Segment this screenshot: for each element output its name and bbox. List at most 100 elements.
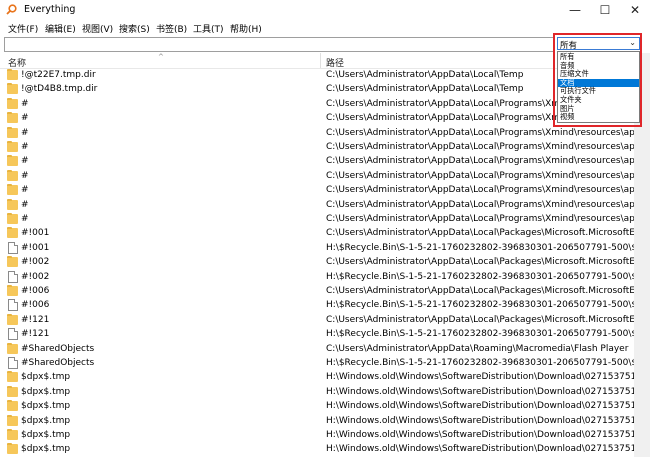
row-path: H:\$Recycle.Bin\S-1-5-21-1760232802-3968… bbox=[326, 300, 634, 311]
folder-icon bbox=[7, 184, 18, 196]
table-row[interactable]: $dpx$.tmp H:\Windows.old\Windows\Software… bbox=[0, 428, 634, 442]
row-name: #!006 bbox=[21, 300, 50, 311]
table-row[interactable]: # C:\Users\Administrator\AppData\Local\Pr… bbox=[0, 154, 634, 168]
folder-icon bbox=[7, 371, 18, 383]
row-name: $dpx$.tmp bbox=[21, 386, 71, 397]
table-row[interactable]: !@t22E7.tmp.dir C:\Users\Administrator\Ap… bbox=[0, 68, 634, 82]
table-row[interactable]: # C:\Users\Administrator\AppData\Local\Pr… bbox=[0, 169, 634, 183]
table-row[interactable]: # C:\Users\Administrator\AppData\Local\Pr… bbox=[0, 212, 634, 226]
table-row[interactable]: #!001 H:\$Recycle.Bin\S-1-5-21-1760232802… bbox=[0, 241, 634, 255]
table-row[interactable]: #!002 C:\Users\Administrator\AppData\Loca… bbox=[0, 255, 634, 269]
minimize-button[interactable]: — bbox=[560, 0, 590, 20]
table-row[interactable]: #!006 H:\$Recycle.Bin\S-1-5-21-1760232802… bbox=[0, 298, 634, 312]
row-path: H:\Windows.old\Windows\SoftwareDistribut… bbox=[326, 386, 634, 397]
row-path: H:\$Recycle.Bin\S-1-5-21-1760232802-3968… bbox=[326, 329, 634, 340]
row-name: $dpx$.tmp bbox=[21, 430, 71, 440]
row-path: C:\Users\Administrator\AppData\Local\Pro… bbox=[326, 199, 634, 210]
search-input[interactable] bbox=[4, 37, 554, 52]
annotation-highlight-box bbox=[553, 33, 642, 127]
row-name: $dpx$.tmp bbox=[21, 401, 71, 412]
folder-icon bbox=[7, 443, 18, 455]
menu-bookmarks[interactable]: 书签(B) bbox=[156, 22, 187, 35]
window-title: Everything bbox=[24, 4, 76, 15]
table-row[interactable]: !@tD4B8.tmp.dir C:\Users\Administrator\Ap… bbox=[0, 82, 634, 96]
row-path: C:\Users\Administrator\AppData\Local\Pac… bbox=[326, 257, 634, 268]
row-name: # bbox=[21, 98, 29, 109]
row-name: # bbox=[21, 113, 29, 124]
row-name: $dpx$.tmp bbox=[21, 444, 71, 455]
table-row[interactable]: #SharedObjects H:\$Recycle.Bin\S-1-5-21-1… bbox=[0, 356, 634, 370]
table-row[interactable]: #SharedObjects C:\Users\Administrator\App… bbox=[0, 342, 634, 356]
row-name: #!001 bbox=[21, 228, 50, 239]
folder-icon bbox=[7, 97, 18, 109]
folder-icon bbox=[7, 126, 18, 138]
file-icon bbox=[8, 357, 18, 369]
maximize-button[interactable]: ☐ bbox=[590, 0, 620, 20]
menu-search[interactable]: 搜索(S) bbox=[119, 22, 150, 35]
folder-icon bbox=[7, 414, 18, 426]
column-divider[interactable] bbox=[320, 53, 321, 68]
folder-icon bbox=[7, 83, 18, 95]
table-row[interactable]: #!002 H:\$Recycle.Bin\S-1-5-21-1760232802… bbox=[0, 270, 634, 284]
table-row[interactable]: # C:\Users\Administrator\AppData\Local\Pr… bbox=[0, 183, 634, 197]
magnifier-icon bbox=[6, 4, 17, 15]
close-button[interactable]: ✕ bbox=[620, 0, 650, 20]
menu-file[interactable]: 文件(F) bbox=[8, 22, 38, 35]
row-name: # bbox=[21, 156, 29, 167]
menu-edit[interactable]: 编辑(E) bbox=[45, 22, 76, 35]
row-name: #!002 bbox=[21, 271, 50, 282]
table-row[interactable]: $dpx$.tmp H:\Windows.old\Windows\Software… bbox=[0, 442, 634, 456]
folder-icon bbox=[7, 285, 18, 296]
row-name: $dpx$.tmp bbox=[21, 372, 71, 383]
table-row[interactable]: #!121 H:\$Recycle.Bin\S-1-5-21-1760232802… bbox=[0, 327, 634, 341]
folder-icon bbox=[7, 112, 18, 124]
table-row[interactable]: # C:\Users\Administrator\AppData\Local\Pr… bbox=[0, 97, 634, 111]
row-path: H:\Windows.old\Windows\SoftwareDistribut… bbox=[326, 444, 634, 455]
table-row[interactable]: $dpx$.tmp H:\Windows.old\Windows\Software… bbox=[0, 370, 634, 384]
results-list: !@t22E7.tmp.dir C:\Users\Administrator\Ap… bbox=[0, 68, 634, 457]
row-name: #!001 bbox=[21, 242, 50, 253]
folder-icon bbox=[7, 213, 18, 224]
folder-icon bbox=[7, 169, 18, 181]
row-name: # bbox=[21, 185, 29, 196]
folder-icon bbox=[7, 155, 18, 167]
row-path: C:\Users\Administrator\AppData\Local\Pro… bbox=[326, 214, 634, 224]
table-row[interactable]: $dpx$.tmp H:\Windows.old\Windows\Software… bbox=[0, 399, 634, 413]
row-path: C:\Users\Administrator\AppData\Local\Pro… bbox=[326, 185, 634, 196]
row-name: # bbox=[21, 170, 29, 181]
row-name: # bbox=[21, 214, 29, 224]
table-row[interactable]: # C:\Users\Administrator\AppData\Local\Pr… bbox=[0, 140, 634, 154]
table-row[interactable]: #!001 C:\Users\Administrator\AppData\Loca… bbox=[0, 226, 634, 240]
row-name: #!006 bbox=[21, 286, 50, 296]
table-row[interactable]: #!006 C:\Users\Administrator\AppData\Loca… bbox=[0, 284, 634, 298]
folder-icon bbox=[7, 198, 18, 210]
row-path: H:\Windows.old\Windows\SoftwareDistribut… bbox=[326, 372, 634, 383]
row-path: C:\Users\Administrator\AppData\Local\Pac… bbox=[326, 314, 634, 325]
menu-help[interactable]: 帮助(H) bbox=[230, 22, 262, 35]
file-icon bbox=[8, 241, 18, 254]
folder-icon bbox=[7, 429, 18, 440]
row-name: # bbox=[21, 199, 29, 210]
row-path: C:\Users\Administrator\AppData\Local\Pro… bbox=[326, 142, 634, 152]
row-name: #!121 bbox=[21, 314, 50, 325]
row-path: C:\Users\Administrator\AppData\Local\Pro… bbox=[326, 127, 634, 138]
row-name: #!002 bbox=[21, 257, 50, 268]
row-path: H:\$Recycle.Bin\S-1-5-21-1760232802-3968… bbox=[326, 358, 634, 368]
table-row[interactable]: #!121 C:\Users\Administrator\AppData\Loca… bbox=[0, 313, 634, 327]
file-icon bbox=[8, 299, 18, 312]
menu-tools[interactable]: 工具(T) bbox=[193, 22, 224, 35]
table-row[interactable]: $dpx$.tmp H:\Windows.old\Windows\Software… bbox=[0, 414, 634, 428]
menu-view[interactable]: 视图(V) bbox=[82, 22, 113, 35]
row-path: C:\Users\Administrator\AppData\Local\Pac… bbox=[326, 228, 634, 239]
title-bar: Everything — ☐ ✕ bbox=[0, 0, 650, 20]
table-row[interactable]: # C:\Users\Administrator\AppData\Local\Pr… bbox=[0, 126, 634, 140]
sort-ascending-icon: ^ bbox=[158, 53, 164, 61]
row-path: C:\Users\Administrator\AppData\Local\Pro… bbox=[326, 170, 634, 181]
row-path: H:\Windows.old\Windows\SoftwareDistribut… bbox=[326, 401, 634, 412]
row-name: #!121 bbox=[21, 329, 50, 340]
folder-icon bbox=[7, 342, 18, 354]
table-row[interactable]: $dpx$.tmp H:\Windows.old\Windows\Software… bbox=[0, 385, 634, 399]
table-row[interactable]: # C:\Users\Administrator\AppData\Local\Pr… bbox=[0, 111, 634, 125]
folder-icon bbox=[7, 69, 18, 80]
table-row[interactable]: # C:\Users\Administrator\AppData\Local\Pr… bbox=[0, 198, 634, 212]
